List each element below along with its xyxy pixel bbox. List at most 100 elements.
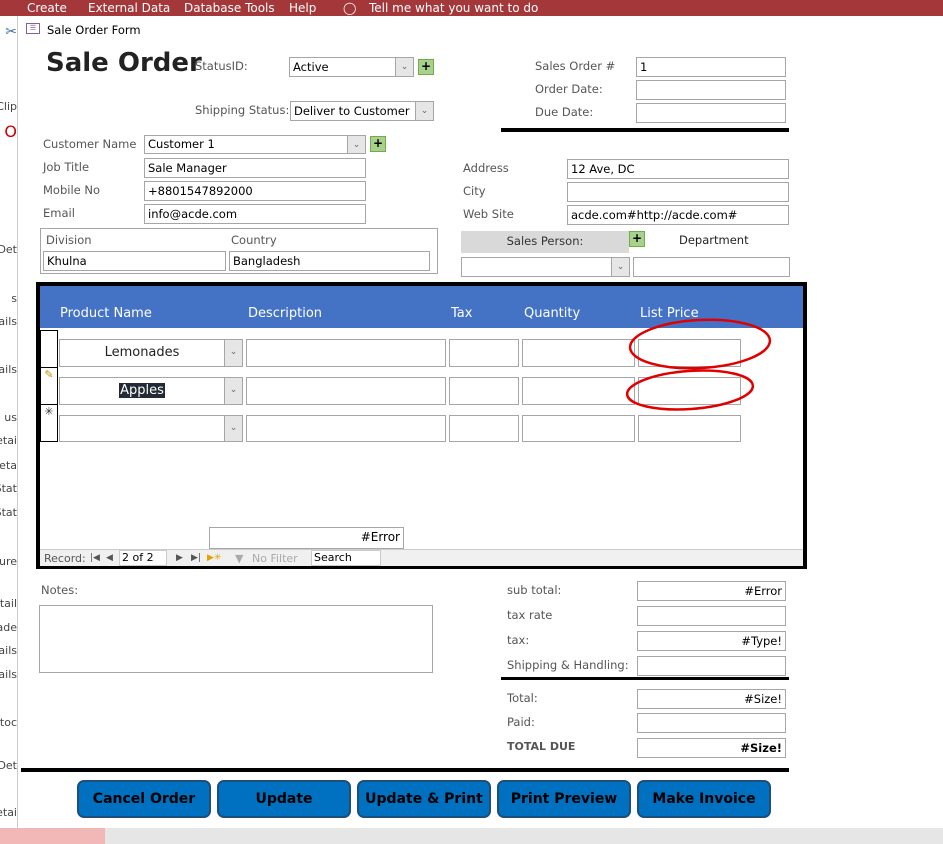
new-record-button[interactable]: ▶✳ (207, 553, 221, 563)
sales-order-field[interactable]: 1 (636, 57, 786, 77)
address-field[interactable]: 12 Ave, DC (567, 159, 789, 179)
mobile-field[interactable]: +8801547892000 (144, 181, 366, 201)
nav-item[interactable]: ails (0, 363, 17, 376)
total-due-label: TOTAL DUE (507, 740, 576, 753)
current-record-field[interactable]: 2 of 2 (119, 550, 167, 566)
chevron-down-icon[interactable]: ⌄ (224, 340, 242, 366)
country-field[interactable]: Bangladesh (229, 251, 430, 271)
no-filter-button[interactable]: No Filter (252, 552, 298, 565)
nav-item[interactable]: etail (0, 597, 17, 610)
customer-name-select[interactable]: Customer 1 ⌄ (144, 135, 366, 154)
notes-field[interactable] (39, 605, 433, 673)
ribbon-tab-help[interactable]: Help (289, 1, 316, 15)
division-field[interactable]: Khulna (43, 251, 226, 271)
product-select[interactable]: Apples ⌄ (59, 377, 243, 405)
previous-record-button[interactable]: ◀ (106, 553, 113, 563)
next-record-button[interactable]: ▶ (176, 553, 183, 563)
status-select[interactable]: Active ⌄ (289, 57, 414, 77)
lightbulb-icon: ◯ (343, 1, 357, 15)
ribbon-tab-create[interactable]: Create (27, 1, 67, 15)
quantity-field[interactable] (522, 415, 635, 442)
chevron-down-icon[interactable]: ⌄ (224, 416, 242, 441)
nav-item[interactable]: ails (0, 668, 17, 681)
new-record-icon[interactable]: ✳ (40, 404, 58, 442)
print-preview-button[interactable]: Print Preview (497, 780, 631, 818)
job-title-field[interactable]: Sale Manager (144, 158, 366, 178)
row-selector[interactable] (40, 330, 58, 368)
subtotal-field[interactable]: #Error (637, 581, 786, 601)
email-field[interactable]: info@acde.com (144, 204, 366, 224)
chevron-down-icon[interactable]: ⌄ (347, 136, 365, 153)
tell-me-search[interactable]: Tell me what you want to do (369, 1, 538, 15)
order-date-field[interactable] (636, 80, 786, 100)
nav-item[interactable]: Stat (0, 482, 17, 495)
ribbon-tab-database-tools[interactable]: Database Tools (184, 1, 275, 15)
red-circle-annotation (625, 369, 755, 411)
due-date-field[interactable] (636, 103, 786, 123)
job-title-label: Job Title (43, 160, 90, 174)
nav-item[interactable]: Deta (0, 459, 17, 472)
page-title: Sale Order (46, 48, 202, 78)
col-product-name: Product Name (60, 306, 152, 321)
chevron-down-icon[interactable]: ⌄ (395, 58, 413, 76)
city-field[interactable] (567, 182, 789, 202)
nav-item[interactable]: eade (0, 621, 17, 634)
tax-field[interactable]: #Type! (637, 631, 786, 651)
department-field[interactable] (633, 257, 790, 277)
nav-item[interactable]: etai (0, 434, 17, 447)
sales-person-select[interactable]: ⌄ (461, 257, 630, 277)
nav-item[interactable]: Stoc (0, 716, 17, 729)
product-select[interactable]: ⌄ (59, 415, 243, 442)
make-invoice-button[interactable]: Make Invoice (637, 780, 771, 818)
list-price-field[interactable] (638, 415, 741, 442)
last-record-button[interactable]: ▶| (191, 553, 201, 563)
ribbon-tab-external-data[interactable]: External Data (88, 1, 170, 15)
nav-item[interactable]: s (11, 292, 17, 305)
chevron-down-icon[interactable]: ⌄ (611, 258, 629, 276)
address-label: Address (463, 161, 509, 175)
shipping-status-select[interactable]: Deliver to Customer ⌄ (290, 101, 434, 121)
description-field[interactable] (246, 415, 446, 442)
navigation-pane: ✂ Clip O Det s tails ails us etai Deta S… (0, 16, 18, 828)
status-strip (0, 828, 943, 844)
department-label: Department (679, 233, 749, 247)
nav-item[interactable]: us (4, 411, 17, 424)
cancel-order-button[interactable]: Cancel Order (77, 780, 211, 818)
total-due-field[interactable]: #Size! (637, 738, 786, 758)
website-field[interactable]: acde.com#http://acde.com# (567, 205, 789, 225)
nav-item[interactable]: rDet (0, 759, 17, 772)
update-button[interactable]: Update (217, 780, 351, 818)
cut-icon[interactable]: ✂ (5, 24, 17, 40)
update-print-button[interactable]: Update & Print (357, 780, 491, 818)
tax-rate-field[interactable] (637, 606, 786, 626)
paid-field[interactable] (637, 713, 786, 733)
tax-field[interactable] (449, 415, 519, 442)
chevron-down-icon[interactable]: ⌄ (224, 378, 242, 404)
nav-item[interactable]: etai (0, 806, 17, 819)
division-label: Division (46, 233, 92, 247)
add-sales-person-button[interactable]: + (629, 231, 645, 247)
subform-total-field[interactable]: #Error (209, 527, 404, 549)
pencil-icon[interactable]: ✎ (40, 367, 58, 405)
add-status-button[interactable]: + (418, 59, 434, 75)
product-select[interactable]: Lemonades ⌄ (59, 339, 243, 367)
search-input[interactable]: Search (311, 550, 381, 566)
tax-field[interactable] (449, 339, 519, 367)
col-description: Description (248, 306, 323, 321)
nav-item[interactable]: Det (0, 243, 17, 256)
add-customer-button[interactable]: + (370, 136, 386, 152)
description-field[interactable] (246, 377, 446, 405)
quantity-field[interactable] (522, 377, 635, 405)
total-field[interactable]: #Size! (637, 689, 786, 709)
country-label: Country (231, 233, 277, 247)
nav-item[interactable]: ails (0, 644, 17, 657)
nav-item[interactable]: Stat (0, 506, 17, 519)
nav-item[interactable]: ure (0, 555, 17, 568)
nav-item[interactable]: tails (0, 315, 17, 328)
chevron-down-icon[interactable]: ⌄ (415, 102, 433, 120)
quantity-field[interactable] (522, 339, 635, 367)
tax-field[interactable] (449, 377, 519, 405)
shipping-handling-field[interactable] (637, 656, 786, 676)
description-field[interactable] (246, 339, 446, 367)
first-record-button[interactable]: |◀ (90, 553, 100, 563)
